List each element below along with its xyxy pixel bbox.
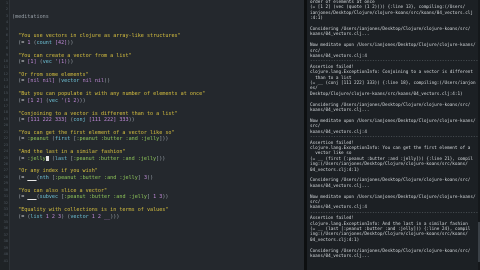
code-token: 1 3 [153, 194, 163, 201]
code-token: [111 222 333] [27, 116, 71, 123]
terminal-output: order of elements at once (= [1 2] (vec (… [310, 0, 478, 259]
code-token: vector [70, 213, 92, 220]
code-token: ( [12, 155, 22, 162]
code-token: [42] [54, 39, 68, 46]
code-token: [111 222] 333 [88, 116, 129, 123]
code-token: "You can also slice a vector" [18, 187, 108, 194]
code-token: ( [12, 59, 22, 65]
screen: 1 2 3 4 5 6 7 8 9 10 11 12 13 14 15 16 17 18 19 20 21 22 23 24 2… [0, 0, 480, 270]
code-token: ( [12, 136, 22, 143]
code-token: [1] [27, 59, 40, 65]
fill-in-blank: __ [27, 174, 37, 181]
code-token: nth [39, 174, 52, 181]
code-token: )) [162, 194, 169, 201]
terminal-line: ing:(/Users/ianjones/Desktop/Clojure/clo… [310, 232, 468, 238]
code-line-header: (meditations [12, 14, 302, 20]
terminal-line: ianjones/Desktop/Clojure/clojure-koans/s… [310, 10, 473, 16]
code-token: count [36, 39, 55, 46]
code-token: :peanut :butter :and :jelly [73, 155, 157, 162]
code-token: vec [48, 97, 62, 104]
terminal-pane[interactable]: order of elements at once (= [1 2] (vec (… [307, 0, 480, 270]
line-number: 41 [3, 258, 8, 263]
code-token: :jelly [27, 155, 46, 162]
code-token: "Or any index if you wish" [18, 168, 98, 175]
code-area[interactable]: (meditations "You use vectors in clojure… [12, 1, 302, 220]
code-token: )) [128, 116, 135, 123]
code-token: ])) [159, 136, 169, 143]
code-token: )) [79, 97, 86, 104]
code-token: ( [12, 97, 22, 104]
terminal-line: Now meditate upon /Users/ianjones/Deskto… [310, 118, 476, 130]
code-token: "You can get the first element of a vect… [18, 129, 175, 136]
code-token: "But you can populate it with any number… [18, 91, 206, 98]
code-token: "Equality with collections is in terms o… [18, 207, 169, 214]
code-line: (= (list 1 2 3) (vector 1 2 __))) [12, 214, 302, 220]
code-token: "Or from some elements" [18, 71, 89, 78]
code-token: )) [67, 39, 74, 46]
code-token: )) [147, 174, 154, 181]
code-token: '(1) [54, 59, 68, 65]
code-token: [nil nil] [27, 78, 59, 85]
code-token: list [30, 213, 46, 220]
code-token: vector [61, 78, 83, 85]
code-token: "You use vectors in clojure as array-lik… [18, 33, 181, 40]
code-token: 1 2 3 [45, 213, 62, 220]
code-token: :peanut :butter :and :jelly [64, 194, 147, 201]
line-number-gutter: 1 2 3 4 5 6 7 8 9 10 11 12 13 14 15 16 17 18 19 20 21 22 23 24 2… [0, 0, 10, 270]
code-token: ( [12, 39, 22, 46]
code-token: ])) [156, 155, 166, 162]
code-token: ))) [110, 213, 120, 220]
terminal-line: ing:(/Users/ianjones/Desktop/Clojure/clo… [310, 162, 468, 168]
code-token: ( [12, 213, 22, 220]
code-token: [1 2] [27, 97, 46, 104]
terminal-separator: ----------------------------------------… [310, 135, 478, 141]
terminal-line: clojure.lang.ExceptionInfo: Conjoining t… [310, 70, 473, 76]
code-token: ( [12, 174, 22, 181]
code-editor[interactable]: 1 2 3 4 5 6 7 8 9 10 11 12 13 14 15 16 17 18 19 20 21 22 23 24 2… [0, 0, 304, 270]
code-token: )) [104, 78, 111, 85]
code-token: conj [73, 116, 89, 123]
code-token: "Conjoining to a vector is different tha… [18, 110, 178, 117]
code-token: :peanut :butter :and :jelly [54, 174, 138, 181]
code-token: ( [12, 78, 22, 85]
code-token: :peanut [27, 136, 52, 143]
code-token: "You can create a vector from a list" [18, 52, 132, 59]
code-token: :peanut :butter :and :jelly [76, 136, 160, 143]
code-token: ) ( [61, 213, 71, 220]
code-token: vec [42, 59, 55, 65]
code-token: ( [12, 194, 22, 201]
code-token: 1 2 __ [91, 213, 111, 220]
terminal-line: Considering /Users/ianjones/Desktop/Cloj… [310, 178, 471, 184]
terminal-line: Now meditate upon /Users/ianjones/Deskto… [310, 194, 476, 205]
code-token: nil nil [82, 78, 105, 85]
fill-in-blank: __ [27, 194, 37, 201]
code-token: subvec [39, 194, 62, 201]
code-token: )) [67, 59, 74, 65]
terminal-line: koans/04_vectors.clj... [310, 253, 370, 259]
code-token: first [54, 136, 74, 143]
code-token: "And the last in a similar fashion" [18, 149, 126, 156]
code-token: '(1 2) [61, 97, 80, 104]
terminal-line: Now meditate upon /Users/ianjones/Deskto… [310, 43, 476, 54]
code-token: last [54, 155, 71, 162]
meditations-form: (meditations [12, 13, 49, 20]
terminal-line: Desktop/Clojure/clojure-koans/src/koans/… [310, 91, 463, 97]
terminal-line: (= __ (conj [111 222] 333)) {:line 18}, … [310, 81, 476, 92]
code-token: ( [12, 116, 22, 123]
